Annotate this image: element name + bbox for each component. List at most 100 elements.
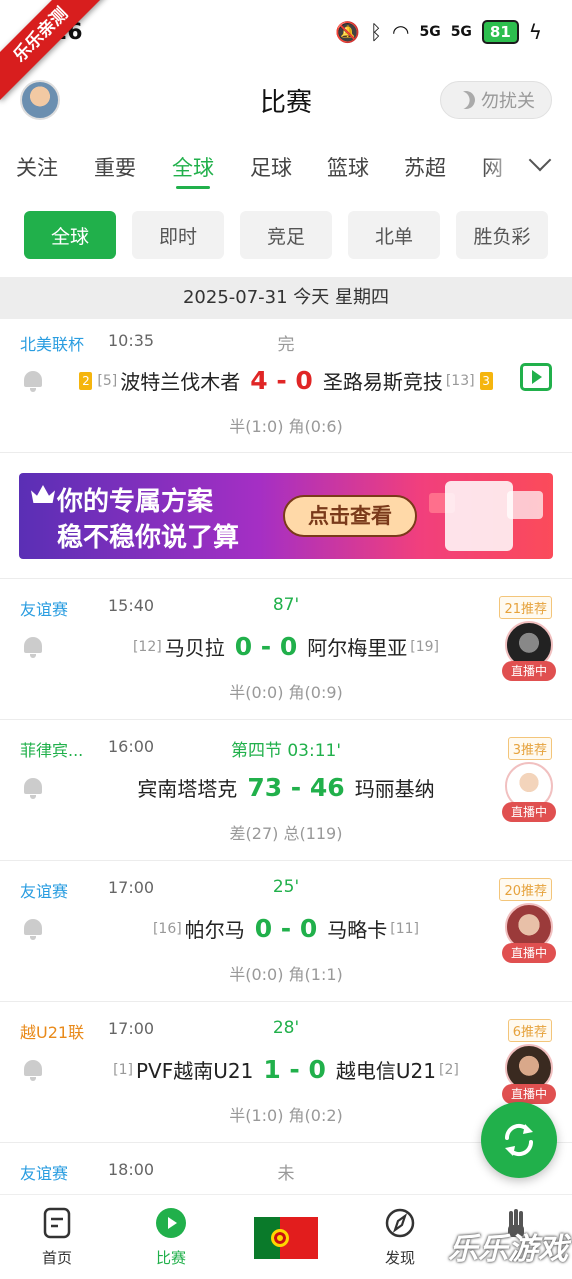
match-teams: 2 [5] 波特兰伐木者 4 - 0 圣路易斯竞技 [13] 3	[0, 366, 572, 395]
home-team: 马贝拉	[164, 636, 225, 660]
nav-home-label: 首页	[41, 1249, 72, 1267]
signal-icon: 5G	[419, 24, 441, 40]
away-team: 圣路易斯竞技	[322, 370, 443, 394]
away-rank: [2]	[439, 1061, 459, 1078]
banner-headline: 你的专属方案	[57, 487, 214, 517]
portugal-flag[interactable]	[254, 1217, 318, 1259]
match-teams: [1] PVF越南U21 1 - 0 越电信U21 [2]	[0, 1055, 572, 1084]
nav-matches[interactable]: 比赛	[131, 1207, 211, 1268]
tab-football[interactable]: 足球	[250, 152, 292, 182]
charging-icon: ϟ	[528, 20, 542, 44]
watermark: 乐乐游戏	[448, 1232, 568, 1267]
tab-global[interactable]: 全球	[172, 152, 214, 182]
tabs-fade	[482, 140, 522, 192]
match-row[interactable]: 友谊赛 17:00 25' 20推荐 [16] 帕尔马 0 - 0 马略卡 [1…	[0, 861, 572, 1002]
home-rank: [16]	[152, 920, 182, 937]
wifi-icon: ◠	[392, 20, 410, 44]
match-row[interactable]: 北美联杯 10:35 完 2 [5] 波特兰伐木者 4 - 0 圣路易斯竞技 […	[0, 319, 572, 453]
home-team: 波特兰伐木者	[120, 370, 241, 394]
away-team: 阿尔梅里亚	[307, 636, 408, 660]
match-status: 完	[277, 335, 295, 355]
recommend-badge[interactable]: 21推荐	[499, 596, 552, 619]
away-rank: [19]	[410, 638, 440, 655]
live-streamer[interactable]: 直播中	[502, 1044, 556, 1104]
live-badge: 直播中	[502, 661, 556, 681]
banner-subline: 稳不稳你说了算	[57, 523, 240, 553]
chip-shengfucai[interactable]: 胜负彩	[456, 211, 548, 259]
home-team: 帕尔马	[184, 918, 245, 942]
live-badge: 直播中	[502, 802, 556, 822]
match-status: 第四节 03:11'	[230, 741, 342, 761]
refresh-icon	[504, 1123, 534, 1157]
away-team: 玛丽基纳	[354, 777, 435, 801]
match-row[interactable]: 友谊赛 15:40 87' 21推荐 [12] 马贝拉 0 - 0 阿尔梅里亚 …	[0, 579, 572, 720]
battery-icon: 81	[481, 20, 519, 44]
yellow-card-count: 2	[79, 371, 93, 390]
live-streamer[interactable]: 直播中	[502, 621, 556, 681]
away-team: 越电信U21	[335, 1059, 436, 1083]
compass-icon	[384, 1207, 416, 1239]
home-rank: [5]	[97, 372, 118, 389]
header: 比赛 勿扰关	[0, 70, 572, 132]
refresh-button[interactable]	[481, 1102, 557, 1178]
match-status: 25'	[272, 877, 300, 897]
match-stats: 半(0:0) 角(1:1)	[229, 965, 343, 984]
match-score: 73 - 46	[247, 773, 345, 802]
video-icon[interactable]	[520, 363, 552, 391]
tab-basketball[interactable]: 篮球	[327, 152, 369, 182]
match-score: 0 - 0	[254, 914, 318, 943]
filter-chips: 全球 即时 竞足 北单 胜负彩	[0, 211, 572, 259]
home-rank: [1]	[113, 1061, 133, 1078]
signal-icon-2: 5G	[450, 24, 472, 40]
match-teams: [16] 帕尔马 0 - 0 马略卡 [11]	[0, 914, 572, 943]
nav-discover-label: 发现	[384, 1249, 415, 1267]
bluetooth-icon: ᛒ	[370, 20, 382, 44]
tab-important[interactable]: 重要	[94, 152, 136, 182]
chip-global[interactable]: 全球	[24, 211, 116, 259]
banner-cta-button[interactable]: 点击查看	[283, 495, 417, 537]
match-stats: 差(27) 总(119)	[229, 824, 343, 843]
nav-discover[interactable]: 发现	[360, 1207, 440, 1268]
match-row[interactable]: 菲律宾... 16:00 第四节 03:11' 3推荐 宾南塔塔克 73 - 4…	[0, 720, 572, 861]
away-rank: [11]	[390, 920, 420, 937]
mute-bell-icon: 🔕	[335, 20, 360, 44]
tab-suchao[interactable]: 苏超	[404, 152, 446, 182]
moon-icon	[454, 88, 477, 111]
match-stats: 半(1:0) 角(0:6)	[229, 417, 343, 436]
match-status: 28'	[272, 1018, 300, 1038]
category-tabs: 关注 重要 全球 足球 篮球 苏超 网	[0, 140, 572, 192]
match-teams: [12] 马贝拉 0 - 0 阿尔梅里亚 [19]	[0, 632, 572, 661]
chip-beidan[interactable]: 北单	[348, 211, 440, 259]
chevron-down-icon[interactable]	[528, 150, 554, 176]
match-score: 0 - 0	[234, 632, 298, 661]
match-status: 87'	[272, 595, 300, 615]
match-stats: 半(0:0) 角(0:9)	[229, 683, 343, 702]
recommend-badge[interactable]: 20推荐	[499, 878, 552, 901]
match-score: 1 - 0	[263, 1055, 326, 1084]
live-badge: 直播中	[502, 1084, 556, 1104]
nav-home[interactable]: 首页	[17, 1207, 97, 1268]
live-streamer[interactable]: 直播中	[502, 762, 556, 822]
chip-live[interactable]: 即时	[132, 211, 224, 259]
recommend-badge[interactable]: 3推荐	[507, 737, 552, 760]
yellow-card-count-away: 3	[479, 371, 493, 390]
match-score: 4 - 0	[250, 366, 313, 395]
tab-follow[interactable]: 关注	[16, 152, 58, 182]
home-team: PVF越南U21	[135, 1059, 254, 1083]
live-streamer[interactable]: 直播中	[502, 903, 556, 963]
home-doc-icon	[41, 1207, 73, 1239]
dnd-label: 勿扰关	[481, 91, 535, 112]
chip-jingzu[interactable]: 竞足	[240, 211, 332, 259]
home-rank: [12]	[132, 638, 162, 655]
date-header: 2025-07-31 今天 星期四	[0, 277, 572, 319]
away-rank: [13]	[445, 372, 475, 389]
match-teams: 宾南塔塔克 73 - 46 玛丽基纳	[0, 773, 572, 802]
promo-banner[interactable]: 你的专属方案 稳不稳你说了算 点击查看	[19, 473, 553, 559]
message-icon	[507, 491, 543, 519]
status-icons: 🔕 ᛒ ◠ 5G 5G 81 ϟ	[335, 20, 542, 44]
do-not-disturb-toggle[interactable]: 勿扰关	[440, 81, 552, 119]
recommend-badge[interactable]: 6推荐	[507, 1019, 552, 1042]
home-team: 宾南塔塔克	[137, 777, 238, 801]
live-badge: 直播中	[502, 943, 556, 963]
active-tab-indicator	[176, 186, 210, 189]
